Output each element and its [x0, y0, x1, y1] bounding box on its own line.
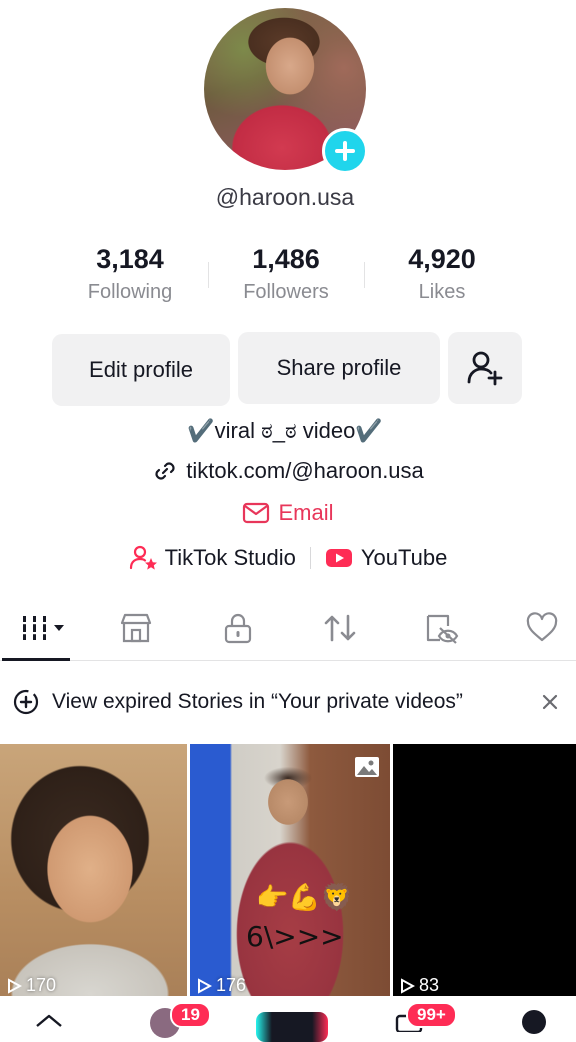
view-count-text: 176	[216, 975, 247, 995]
repost-icon	[324, 614, 356, 642]
edit-profile-label: Edit profile	[89, 357, 193, 382]
view-count: 176	[196, 975, 246, 996]
following-count: 3,184	[96, 244, 164, 274]
stat-following[interactable]: 3,184 Following	[50, 244, 210, 304]
grid-icon	[21, 616, 64, 640]
tab-videos[interactable]	[6, 606, 70, 650]
play-icon	[198, 977, 212, 994]
add-story-button[interactable]	[322, 128, 368, 174]
heart-icon	[526, 612, 558, 642]
youtube-label: YouTube	[360, 545, 448, 570]
expired-stories-banner[interactable]: View expired Stories in “Your private vi…	[0, 684, 576, 720]
home-icon[interactable]	[34, 1010, 64, 1030]
view-count: 170	[6, 975, 56, 996]
creator-links-row: TikTok Studio YouTube	[0, 544, 576, 572]
stat-likes[interactable]: 4,920 Likes	[362, 244, 522, 304]
flexed-bicep-icon: 💪	[288, 882, 321, 912]
pointing-hand-icon: 👉	[256, 882, 289, 912]
tiktok-studio-link[interactable]: TikTok Studio	[129, 544, 296, 572]
view-count: 83	[399, 975, 439, 996]
tagged-eye-icon	[426, 614, 459, 644]
bio-text: ✔️viral ಠ_ಠ video✔️	[187, 418, 383, 443]
close-icon[interactable]	[540, 692, 560, 712]
play-icon	[8, 977, 22, 994]
youtube-icon	[325, 549, 352, 567]
story-plus-icon	[13, 689, 39, 715]
video-thumbnail[interactable]: 83	[393, 744, 576, 996]
tab-tagged[interactable]	[412, 606, 472, 650]
likes-count: 4,920	[408, 244, 476, 274]
following-label: Following	[87, 281, 173, 303]
email-button[interactable]: Email	[0, 500, 576, 526]
video-thumbnail[interactable]: 170	[0, 744, 187, 996]
expired-stories-text: View expired Stories in “Your private vi…	[52, 690, 463, 713]
profile-link[interactable]: tiktok.com/@haroon.usa	[0, 458, 576, 484]
studio-person-star-icon	[129, 545, 157, 570]
tabs-divider	[0, 660, 576, 661]
friends-badge: 19	[170, 1002, 211, 1028]
lock-icon	[224, 613, 252, 644]
add-user-icon	[467, 351, 503, 386]
followers-label: Followers	[243, 281, 329, 303]
tab-private[interactable]	[208, 606, 268, 650]
youtube-link[interactable]: YouTube	[325, 545, 447, 571]
followers-count: 1,486	[252, 244, 320, 274]
profile-link-text: tiktok.com/@haroon.usa	[186, 458, 424, 483]
likes-label: Likes	[418, 281, 466, 303]
tab-reposts[interactable]	[310, 606, 370, 650]
video-overlay-text: 6\>>>	[246, 920, 344, 953]
add-friends-button[interactable]	[448, 332, 522, 404]
create-button[interactable]	[256, 1012, 328, 1042]
emoji-overlay: 👉💪🦁	[256, 882, 353, 913]
lion-face-icon: 🦁	[320, 882, 354, 912]
username: @haroon.usa	[215, 184, 355, 210]
share-profile-label: Share profile	[276, 355, 402, 380]
view-count-text: 170	[26, 975, 57, 995]
stat-followers[interactable]: 1,486 Followers	[206, 244, 366, 304]
link-icon	[155, 462, 175, 480]
profile-nav-icon[interactable]	[522, 1010, 546, 1034]
shop-icon	[120, 613, 152, 643]
mail-icon	[243, 502, 270, 524]
tab-liked[interactable]	[512, 606, 572, 650]
email-label: Email	[278, 500, 334, 525]
bottom-navigation: 19 99+	[0, 996, 576, 1042]
play-icon	[401, 977, 415, 994]
share-profile-button[interactable]: Share profile	[238, 332, 440, 404]
view-count-text: 83	[419, 975, 440, 995]
links-divider	[309, 547, 311, 569]
tiktok-studio-label: TikTok Studio	[164, 545, 296, 570]
plus-icon	[335, 141, 355, 161]
edit-profile-button[interactable]: Edit profile	[52, 334, 230, 406]
video-thumbnail[interactable]: 👉💪🦁 6\>>> 176	[190, 744, 390, 996]
tab-shop[interactable]	[106, 606, 166, 650]
active-tab-indicator	[2, 658, 70, 661]
inbox-badge: 99+	[406, 1002, 457, 1028]
photo-icon	[355, 757, 379, 777]
